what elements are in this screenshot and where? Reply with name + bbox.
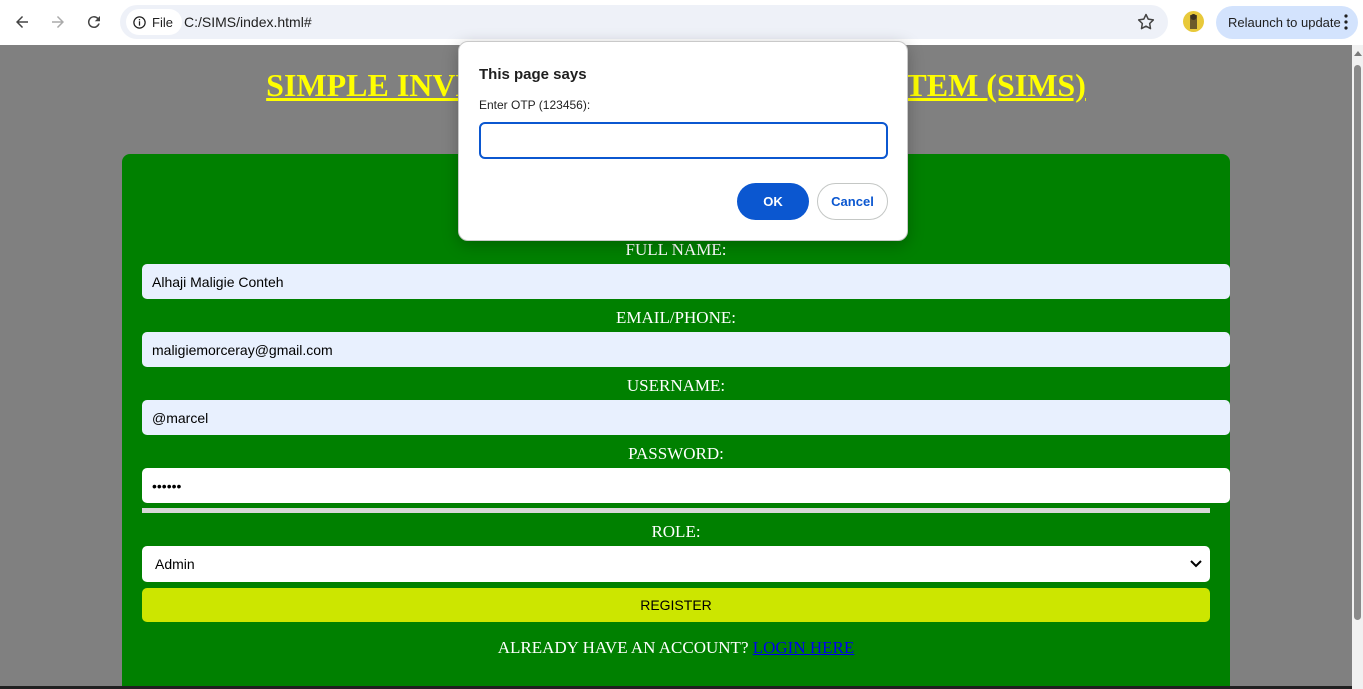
role-selected-value: Admin (155, 556, 195, 572)
email-label: EMAIL/PHONE: (616, 308, 736, 327)
login-here-link[interactable]: LOGIN HERE (753, 638, 855, 657)
full-name-input[interactable]: Alhaji Maligie Conteh (142, 264, 1230, 299)
relaunch-label: Relaunch to update (1228, 15, 1341, 30)
cancel-button[interactable]: Cancel (817, 183, 888, 220)
browser-toolbar: File C:/SIMS/index.html# Relaunch to upd… (0, 0, 1363, 45)
url-text[interactable]: C:/SIMS/index.html# (184, 14, 312, 30)
register-button[interactable]: REGISTER (142, 588, 1210, 622)
forward-button[interactable] (45, 9, 71, 35)
scroll-thumb[interactable] (1354, 65, 1361, 620)
avatar-icon (1190, 14, 1197, 29)
site-info-chip[interactable]: File (126, 9, 182, 35)
page-scrollbar[interactable] (1352, 45, 1363, 689)
otp-prompt-dialog: This page says Enter OTP (123456): OK Ca… (458, 41, 908, 241)
arrow-right-icon (52, 16, 64, 28)
role-select[interactable]: Admin (142, 546, 1210, 582)
info-icon (133, 15, 146, 29)
username-input[interactable]: @marcel (142, 400, 1230, 435)
role-label: ROLE: (651, 522, 701, 541)
site-info-label: File (152, 14, 173, 30)
password-input[interactable]: •••••• (142, 468, 1230, 503)
password-strength-bar (142, 508, 1210, 513)
dialog-message: Enter OTP (123456): (479, 98, 591, 112)
login-prompt: ALREADY HAVE AN ACCOUNT? (497, 638, 749, 657)
address-bar[interactable]: File C:/SIMS/index.html# (120, 5, 1168, 39)
scroll-up-arrow-icon[interactable] (1354, 51, 1362, 56)
otp-input[interactable] (479, 122, 888, 159)
ok-button[interactable]: OK (737, 183, 809, 220)
login-prompt-line: ALREADY HAVE AN ACCOUNT? LOGIN HERE (122, 638, 1230, 658)
relaunch-to-update-button[interactable]: Relaunch to update (1216, 6, 1358, 39)
more-vertical-icon (1344, 14, 1348, 30)
profile-avatar[interactable] (1183, 11, 1204, 32)
reload-button[interactable] (81, 9, 107, 35)
email-input[interactable]: maligiemorceray@gmail.com (142, 332, 1230, 367)
username-label: USERNAME: (626, 376, 726, 395)
reload-icon (87, 16, 100, 29)
password-label: PASSWORD: (628, 444, 724, 463)
bookmark-star-icon[interactable] (1136, 12, 1156, 32)
back-button[interactable] (9, 9, 35, 35)
arrow-left-icon (16, 16, 28, 28)
chevron-down-icon (1190, 560, 1202, 568)
full-name-label: FULL NAME: (625, 240, 727, 259)
dialog-title: This page says (479, 66, 587, 83)
